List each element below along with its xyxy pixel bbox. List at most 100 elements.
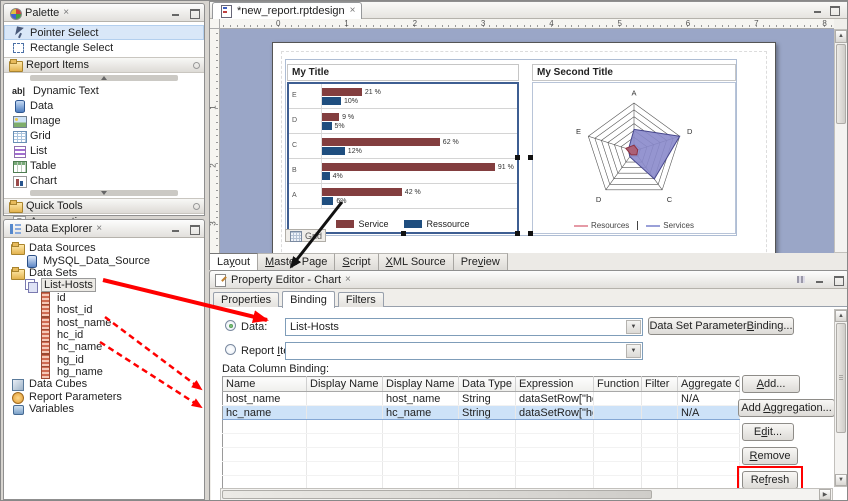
palette-item-data[interactable]: Data: [4, 98, 204, 113]
tree-item-hg-name[interactable]: hg_name: [4, 366, 204, 378]
property-vertical-scrollbar[interactable]: ▲ ▼: [834, 309, 848, 487]
tree-item-hc-name[interactable]: hc_name: [4, 341, 204, 353]
data-set-parameter-binding-button[interactable]: Data Set Parameter Binding...: [648, 317, 794, 335]
tree-item-list-hosts[interactable]: List-Hosts: [4, 279, 204, 291]
selection-handle[interactable]: [528, 155, 533, 160]
chevron-down-icon[interactable]: [626, 344, 641, 358]
property-horizontal-scrollbar[interactable]: ▶: [220, 488, 833, 501]
minimize-icon[interactable]: [812, 5, 824, 15]
tree-item-report-parameters[interactable]: Report Parameters: [4, 391, 204, 403]
tree-item-data-sets[interactable]: Data Sets: [4, 267, 204, 279]
tab-binding[interactable]: Binding: [282, 291, 335, 308]
close-icon[interactable]: [96, 224, 102, 234]
add-aggregation-button[interactable]: Add Aggregation...: [738, 399, 835, 417]
table-empty-row[interactable]: [223, 448, 740, 462]
palette-item-chart[interactable]: Chart: [4, 173, 204, 188]
selection-handle[interactable]: [515, 155, 520, 160]
column-header-display-name[interactable]: Display Name: [383, 377, 459, 392]
tab-filters[interactable]: Filters: [338, 292, 384, 308]
section-report-items[interactable]: Report Items: [4, 57, 204, 73]
tree-item-host-name[interactable]: host_name: [4, 316, 204, 328]
bar-chart[interactable]: E21 %10%D9 %5%C62 %12%B91 %4%A42 %6%Serv…: [287, 82, 519, 234]
close-icon[interactable]: [345, 275, 351, 285]
maximize-icon[interactable]: [828, 5, 840, 15]
palette-item-label: Dynamic Text: [33, 85, 99, 97]
selection-handle[interactable]: [515, 231, 520, 236]
tree-item-variables[interactable]: Variables: [4, 403, 204, 415]
add-button[interactable]: Add...: [742, 375, 800, 393]
palette-item-grid[interactable]: Grid: [4, 128, 204, 143]
table-row[interactable]: host_namehost_nameStringdataSetRow["ho..…: [223, 392, 740, 406]
maximize-icon[interactable]: [832, 275, 844, 285]
section-pin-icon[interactable]: [193, 203, 200, 210]
column-header-filter[interactable]: Filter: [642, 377, 678, 392]
grid-tag[interactable]: Grid: [285, 229, 326, 242]
scroll-up-icon[interactable]: ▲: [835, 310, 847, 322]
data-set-dropdown[interactable]: List-Hosts: [285, 318, 643, 336]
maximize-icon[interactable]: [188, 224, 200, 234]
data-column-binding-table[interactable]: NameDisplay Name IDDisplay NameData Type…: [222, 376, 740, 490]
palette-item-table[interactable]: Table: [4, 158, 204, 173]
editor-canvas[interactable]: My Title E21 %10%D9 %5%C62 %12%B91 %4%A4…: [220, 29, 834, 253]
minimize-icon[interactable]: [170, 224, 182, 234]
scroll-right-icon[interactable]: ▶: [819, 489, 831, 500]
palette-item-pointer-select[interactable]: Pointer Select: [4, 25, 204, 40]
minimize-icon[interactable]: [814, 275, 826, 285]
view-menu-icon[interactable]: [796, 275, 808, 285]
tree-item-mysql-data-source[interactable]: MySQL_Data_Source: [4, 254, 204, 266]
palette-item-image[interactable]: Image: [4, 113, 204, 128]
palette-item-list[interactable]: List: [4, 143, 204, 158]
scrollbar-thumb[interactable]: [836, 323, 846, 433]
close-icon[interactable]: [63, 8, 69, 18]
bar-chart-title[interactable]: My Title: [287, 64, 519, 81]
tab-script[interactable]: Script: [335, 253, 378, 270]
data-radio[interactable]: [225, 320, 236, 331]
minimize-icon[interactable]: [170, 8, 182, 18]
tab-layout[interactable]: Layout: [210, 253, 258, 270]
tab-xml-source[interactable]: XML Source: [379, 253, 454, 270]
scroll-up-icon[interactable]: ▲: [835, 30, 847, 43]
tab-preview[interactable]: Preview: [454, 253, 508, 270]
scroll-down-icon[interactable]: ▼: [835, 474, 847, 486]
table-empty-row[interactable]: [223, 420, 740, 434]
tree-item-hg-id[interactable]: hg_id: [4, 354, 204, 366]
remove-button[interactable]: Remove: [742, 447, 798, 465]
tab-master-page[interactable]: Master Page: [258, 253, 335, 270]
palette-scroll-down[interactable]: [30, 190, 178, 196]
section-pin-icon[interactable]: [193, 62, 200, 69]
palette-scroll-up[interactable]: [30, 75, 178, 81]
table-empty-row[interactable]: [223, 434, 740, 448]
selection-handle[interactable]: [401, 231, 406, 236]
report-item-radio[interactable]: [225, 344, 236, 355]
column-header-expression[interactable]: Expression: [516, 377, 594, 392]
tab-properties[interactable]: Properties: [213, 292, 279, 308]
tree-item-id[interactable]: id: [4, 292, 204, 304]
radar-chart-title[interactable]: My Second Title: [532, 64, 736, 81]
column-header-data-type[interactable]: Data Type: [459, 377, 516, 392]
selection-handle[interactable]: [528, 231, 533, 236]
column-header-name[interactable]: Name: [223, 377, 307, 392]
editor-tab[interactable]: *new_report.rptdesign: [212, 2, 362, 19]
radar-chart[interactable]: ADCDEResourcesServices: [532, 82, 736, 234]
table-row[interactable]: hc_namehc_nameStringdataSetRow["hc...N/A: [223, 406, 740, 420]
tree-item-data-sources[interactable]: Data Sources: [4, 242, 204, 254]
report-item-dropdown[interactable]: [285, 342, 643, 360]
palette-item-dynamic-text[interactable]: Dynamic Text: [4, 83, 204, 98]
tree-item-hc-id[interactable]: hc_id: [4, 329, 204, 341]
close-icon[interactable]: [350, 6, 356, 16]
refresh-button[interactable]: Refresh: [742, 471, 798, 489]
tree-item-host-id[interactable]: host_id: [4, 304, 204, 316]
edit-button[interactable]: Edit...: [742, 423, 794, 441]
section-quick-tools[interactable]: Quick Tools: [4, 198, 204, 214]
tree-item-data-cubes[interactable]: Data Cubes: [4, 378, 204, 390]
column-header-display-name-id[interactable]: Display Name ID: [307, 377, 383, 392]
table-empty-row[interactable]: [223, 462, 740, 476]
column-header-aggregate-on[interactable]: Aggregate On: [678, 377, 740, 392]
chevron-down-icon[interactable]: [626, 320, 641, 334]
scrollbar-thumb[interactable]: [222, 490, 652, 499]
editor-vertical-scrollbar[interactable]: ▲: [834, 29, 848, 253]
maximize-icon[interactable]: [188, 8, 200, 18]
scrollbar-thumb[interactable]: [836, 44, 846, 124]
palette-item-rectangle-select[interactable]: Rectangle Select: [4, 40, 204, 55]
column-header-function[interactable]: Function: [594, 377, 642, 392]
